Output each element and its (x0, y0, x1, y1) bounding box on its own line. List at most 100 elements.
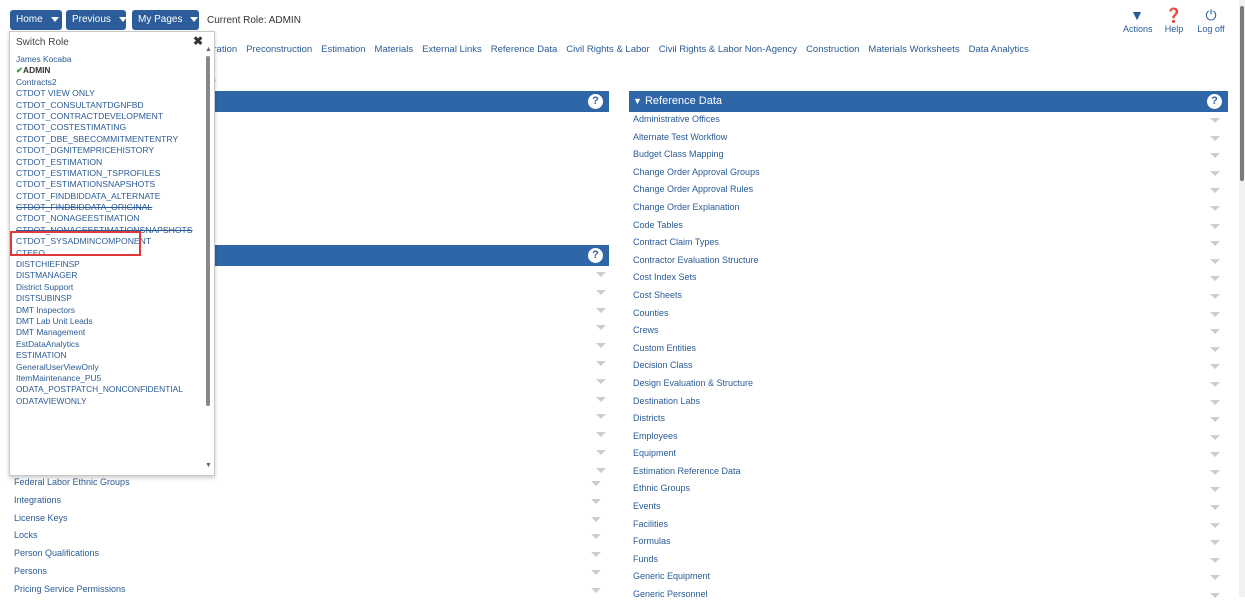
role-item[interactable]: ESTIMATION (16, 350, 193, 361)
list-item[interactable]: Decision Class (633, 357, 1228, 375)
role-list-scrollbar-thumb[interactable] (206, 56, 210, 406)
role-item[interactable]: DMT Lab Unit Leads (16, 316, 193, 327)
role-item[interactable]: DISTMANAGER (16, 270, 193, 281)
list-item[interactable]: Person Qualifications (14, 545, 609, 563)
my-pages-button[interactable]: My Pages (132, 10, 199, 30)
expand-icon[interactable] (596, 343, 606, 348)
list-item[interactable]: Generic Equipment (633, 568, 1228, 586)
expand-icon[interactable] (1210, 153, 1220, 159)
expand-icon[interactable] (1210, 381, 1220, 387)
role-list-scrollbar[interactable]: ▲ ▼ (204, 46, 212, 472)
nav-item[interactable]: External Links (422, 44, 482, 55)
list-item[interactable]: Formulas (633, 533, 1228, 551)
expand-icon[interactable] (1210, 505, 1220, 511)
role-item[interactable]: CTDOT_CONTRACTDEVELOPMENT (16, 111, 193, 122)
scroll-up-icon[interactable]: ▲ (205, 46, 212, 53)
expand-icon[interactable] (596, 450, 606, 455)
role-item[interactable]: CTDOT_CONSULTANTDGNFBD (16, 100, 193, 111)
list-item[interactable]: Locks (14, 527, 609, 545)
list-item[interactable]: Change Order Explanation (633, 199, 1228, 217)
list-item[interactable]: Federal Labor Ethnic Groups (14, 474, 609, 492)
role-item[interactable]: DISTSUBINSP (16, 293, 193, 304)
list-item[interactable]: Cost Index Sets (633, 269, 1228, 287)
expand-icon[interactable] (591, 569, 601, 575)
expand-icon[interactable] (1210, 258, 1220, 264)
expand-icon[interactable] (1210, 135, 1220, 141)
nav-item[interactable]: Materials Worksheets (868, 44, 959, 55)
list-item[interactable]: Code Tables (633, 217, 1228, 235)
help-icon[interactable]: ? (1207, 94, 1222, 109)
expand-icon[interactable] (591, 534, 601, 540)
nav-item[interactable]: Materials (375, 44, 414, 55)
expand-icon[interactable] (1210, 364, 1220, 370)
list-item[interactable]: Destination Labs (633, 393, 1228, 411)
list-item[interactable]: Facilities (633, 516, 1228, 534)
expand-icon[interactable] (596, 272, 606, 277)
role-item[interactable]: CTDOT_DGNITEMPRICEHISTORY (16, 145, 193, 156)
list-item[interactable]: Persons (14, 563, 609, 581)
expand-icon[interactable] (1210, 452, 1220, 458)
role-item[interactable]: CTDOT_ESTIMATION (16, 157, 193, 168)
expand-icon[interactable] (596, 290, 606, 295)
expand-icon[interactable] (1210, 434, 1220, 440)
log-off-button[interactable]: ⏻ Log off (1196, 6, 1226, 34)
role-item-highlighted[interactable]: CTDOT_NONAGEESTIMATION (16, 213, 193, 224)
expand-icon[interactable] (596, 397, 606, 402)
expand-icon[interactable] (596, 379, 606, 384)
expand-icon[interactable] (1210, 205, 1220, 211)
expand-icon[interactable] (1210, 575, 1220, 581)
list-item[interactable]: Contractor Evaluation Structure (633, 252, 1228, 270)
nav-item[interactable]: Data Analytics (969, 44, 1029, 55)
role-item[interactable]: GeneralUserViewOnly (16, 362, 193, 373)
role-item[interactable]: ODATA_POSTPATCH_NONCONFIDENTIAL (16, 384, 193, 395)
expand-icon[interactable] (1210, 540, 1220, 546)
nav-item[interactable]: Reference Data (491, 44, 558, 55)
expand-icon[interactable] (1210, 346, 1220, 352)
list-item[interactable]: Design Evaluation & Structure (633, 375, 1228, 393)
role-item[interactable]: EstDataAnalytics (16, 339, 193, 350)
previous-button[interactable]: Previous (66, 10, 127, 30)
list-item[interactable]: Generic Personnel (633, 586, 1228, 604)
role-item[interactable]: CTDOT_COSTESTIMATING (16, 122, 193, 133)
role-item[interactable]: Contracts2 (16, 77, 193, 88)
expand-icon[interactable] (596, 468, 606, 473)
list-item[interactable]: Administrative Offices (633, 111, 1228, 129)
role-item[interactable]: CTDOT_DBE_SBECOMMITMENTENTRY (16, 134, 193, 145)
expand-icon[interactable] (1210, 188, 1220, 194)
list-item[interactable]: Counties (633, 305, 1228, 323)
expand-icon[interactable] (596, 325, 606, 330)
list-item[interactable]: Funds (633, 551, 1228, 569)
list-item[interactable]: Cost Sheets (633, 287, 1228, 305)
expand-icon[interactable] (1210, 170, 1220, 176)
help-icon[interactable]: ? (588, 248, 603, 263)
expand-icon[interactable] (591, 587, 601, 593)
nav-item[interactable]: Construction (806, 44, 859, 55)
list-item[interactable]: Estimation Reference Data (633, 463, 1228, 481)
list-item[interactable]: Custom Entities (633, 340, 1228, 358)
role-item[interactable]: CTDOT_FINDBIDDATA_ORIGINAL (16, 202, 193, 213)
role-item[interactable]: DMT Management (16, 327, 193, 338)
expand-icon[interactable] (1210, 593, 1220, 599)
list-item[interactable]: Events (633, 498, 1228, 516)
role-item[interactable]: ODATAVIEWONLY (16, 396, 193, 407)
help-icon[interactable]: ? (588, 94, 603, 109)
role-item[interactable]: DISTCHIEFINSP (16, 259, 193, 270)
expand-icon[interactable] (1210, 223, 1220, 229)
expand-icon[interactable] (596, 414, 606, 419)
list-item[interactable]: Change Order Approval Groups (633, 164, 1228, 182)
list-item[interactable]: Alternate Test Workflow (633, 129, 1228, 147)
role-item[interactable]: DMT Inspectors (16, 305, 193, 316)
expand-icon[interactable] (1210, 417, 1220, 423)
list-item[interactable]: Ethnic Groups (633, 480, 1228, 498)
expand-icon[interactable] (1210, 469, 1220, 475)
expand-icon[interactable] (1210, 522, 1220, 528)
expand-icon[interactable] (1210, 487, 1220, 493)
expand-icon[interactable] (1210, 399, 1220, 405)
expand-icon[interactable] (1210, 329, 1220, 335)
home-button[interactable]: Home (10, 10, 62, 30)
list-item[interactable]: Budget Class Mapping (633, 146, 1228, 164)
nav-item[interactable]: Estimation (321, 44, 365, 55)
expand-icon[interactable] (591, 498, 601, 504)
reference-data-panel-header[interactable]: ▼ Reference Data ? (629, 91, 1228, 112)
role-item[interactable]: ItemMaintenance_PU5 (16, 373, 193, 384)
